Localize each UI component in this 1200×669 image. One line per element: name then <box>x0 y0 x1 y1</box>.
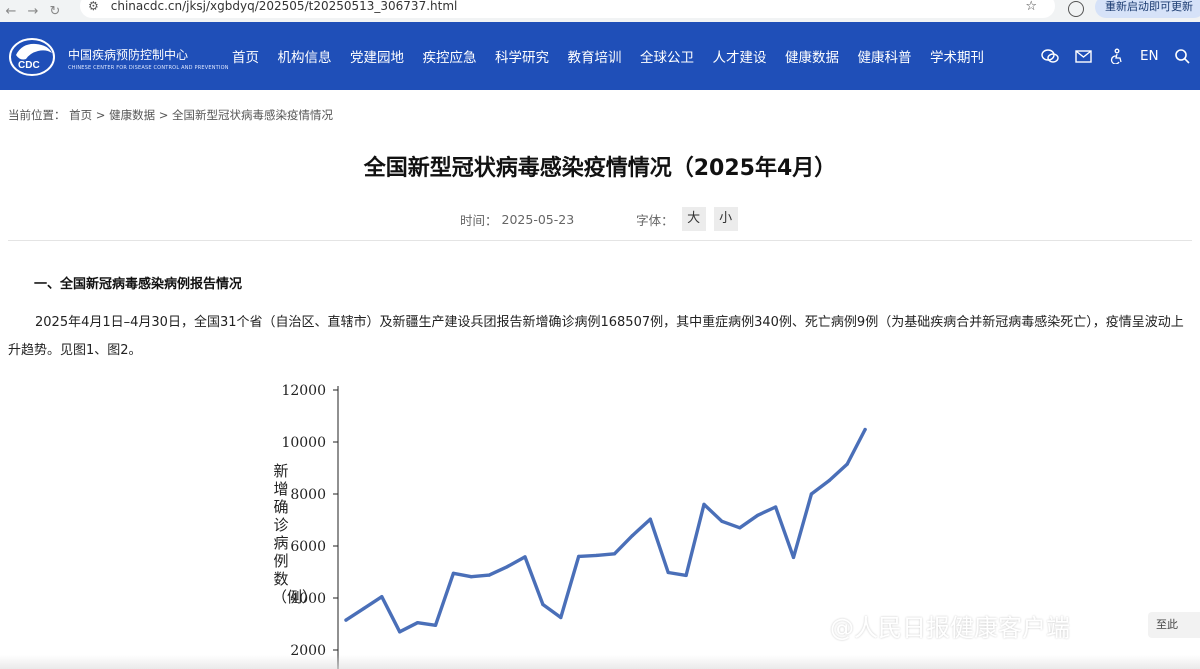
forward-arrow-icon[interactable]: → <box>22 4 44 19</box>
logo-badge: CDC <box>18 60 40 71</box>
wechat-icon[interactable] <box>1041 48 1059 64</box>
data-point <box>684 573 688 577</box>
data-point <box>523 555 527 559</box>
date-label: 时间： <box>460 212 498 228</box>
site-logo[interactable]: CDC 中国疾病预防控制中心 CHINESE CENTER FOR DISEAS… <box>8 35 228 77</box>
font-large-button[interactable]: 大 <box>681 207 706 231</box>
data-point <box>863 427 867 432</box>
data-point <box>505 565 509 569</box>
article-meta: 时间： 2025-05-23 字体： 大 小 <box>460 207 746 231</box>
data-point <box>344 618 348 622</box>
nav-item-education[interactable]: 教育培训 <box>568 46 622 66</box>
data-point <box>398 630 402 634</box>
url-text: chinacdc.cn/jksj/xgbdyq/202505/t20250513… <box>110 0 458 13</box>
cdc-logo-icon: CDC <box>9 38 55 76</box>
data-point <box>809 492 814 496</box>
divider <box>8 240 1192 241</box>
back-arrow-icon[interactable]: ← <box>0 4 22 19</box>
data-point <box>487 573 491 577</box>
data-point <box>541 602 545 607</box>
font-size-label: 字体： <box>636 212 674 228</box>
y-tick-label: 6000 <box>290 539 326 555</box>
data-point <box>791 555 796 559</box>
y-tick-label: 12000 <box>281 383 326 399</box>
watermark: @人民日报健康客户端 <box>830 614 1070 642</box>
nav-item-home[interactable]: 首页 <box>232 46 259 66</box>
data-point <box>380 595 384 599</box>
nav-item-talent[interactable]: 人才建设 <box>713 46 767 66</box>
profile-icon[interactable] <box>1068 1 1084 17</box>
data-point <box>827 478 831 483</box>
bookmark-star-icon[interactable]: ☆ <box>1025 0 1037 14</box>
main-nav: 首页 机构信息 党建园地 疾控应急 科学研究 教育培训 全球公卫 人才建设 健康… <box>232 22 1003 90</box>
data-point <box>469 575 473 579</box>
nav-item-institution[interactable]: 机构信息 <box>278 46 332 66</box>
series-line-daily-cases <box>344 427 867 634</box>
page-title: 全国新型冠状病毒感染疫情情况（2025年4月） <box>363 156 837 181</box>
address-bar[interactable]: ⚙ chinacdc.cn/jksj/xgbdyq/202505/t202505… <box>80 0 1055 18</box>
site-header: CDC 中国疾病预防控制中心 CHINESE CENTER FOR DISEAS… <box>0 22 1200 90</box>
browser-toolbar: ← → ↻ ⚙ chinacdc.cn/jksj/xgbdyq/202505/t… <box>0 0 1200 22</box>
article-paragraph: 2025年4月1日–4月30日，全国31个省（自治区、直辖市）及新疆生产建设兵团… <box>8 315 1184 358</box>
data-point <box>774 505 778 509</box>
data-point <box>648 517 652 521</box>
y-tick-label: 8000 <box>290 487 326 503</box>
nav-item-research[interactable]: 科学研究 <box>495 46 549 66</box>
language-switch[interactable]: EN <box>1140 48 1159 64</box>
data-point <box>630 534 634 538</box>
reload-icon[interactable]: ↻ <box>44 4 66 19</box>
data-point <box>416 621 420 625</box>
publish-date: 2025-05-23 <box>501 211 575 227</box>
nav-item-emergency[interactable]: 疾控应急 <box>423 46 477 66</box>
data-point <box>702 502 706 506</box>
data-point <box>738 526 742 530</box>
data-point <box>595 553 599 557</box>
accessibility-icon[interactable] <box>1108 48 1124 64</box>
data-point <box>362 606 366 610</box>
mail-icon[interactable] <box>1075 49 1092 63</box>
nav-item-global-health[interactable]: 全球公卫 <box>640 46 694 66</box>
data-point <box>720 519 724 523</box>
section-heading: 一、全国新冠病毒感染病例报告情况 <box>34 277 243 292</box>
y-tick-label: 10000 <box>281 435 326 451</box>
search-icon[interactable] <box>1174 48 1190 64</box>
data-point <box>612 552 617 556</box>
data-point <box>756 513 760 517</box>
logo-title-cn: 中国疾病预防控制中心 <box>68 48 189 62</box>
chart-y-axis-label: 新增确诊病例数（例） <box>272 462 318 606</box>
corner-tag[interactable]: 至此 <box>1148 612 1200 638</box>
restart-update-button[interactable]: 重新启动即可更新 <box>1095 0 1200 18</box>
data-point <box>845 462 849 466</box>
data-point <box>451 571 455 575</box>
header-tools: EN <box>1041 22 1200 90</box>
data-point <box>433 623 438 627</box>
bottom-fade <box>0 655 1200 669</box>
data-point <box>577 554 581 558</box>
data-point <box>666 570 670 575</box>
site-settings-icon[interactable]: ⚙ <box>88 0 99 13</box>
nav-item-party[interactable]: 党建园地 <box>350 46 404 66</box>
nav-item-health-science[interactable]: 健康科普 <box>858 46 912 66</box>
logo-title-en: CHINESE CENTER FOR DISEASE CONTROL AND P… <box>68 65 229 71</box>
nav-item-journals[interactable]: 学术期刊 <box>930 46 984 66</box>
data-point <box>559 615 563 620</box>
font-small-button[interactable]: 小 <box>713 207 738 231</box>
nav-item-health-data[interactable]: 健康数据 <box>785 46 839 66</box>
breadcrumb: 当前位置： 首页 > 健康数据 > 全国新型冠状病毒感染疫情情况 <box>8 108 334 122</box>
